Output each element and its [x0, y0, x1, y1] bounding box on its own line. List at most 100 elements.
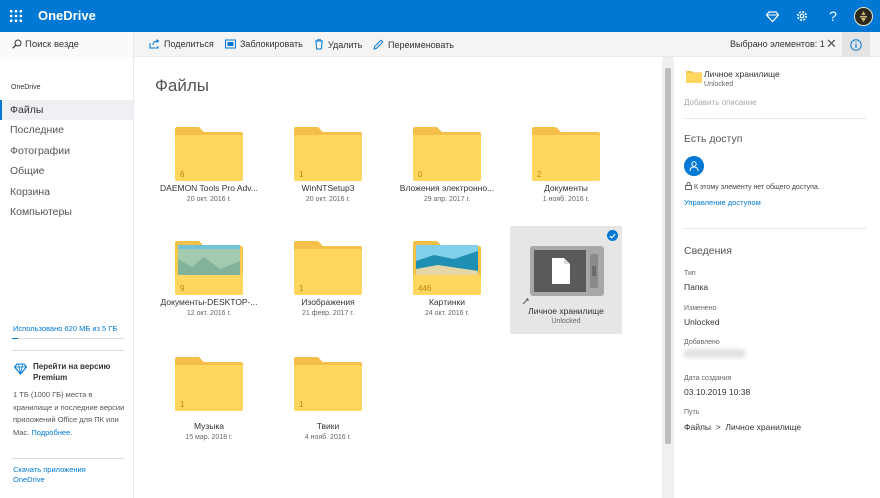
- folder-tile[interactable]: 1 Твики 4 нояб. 2016 г.: [272, 343, 384, 451]
- sidebar-item-pcs[interactable]: Компьютеры: [0, 202, 133, 222]
- folder-date: 20 окт. 2016 г.: [186, 196, 232, 203]
- premium-upgrade-title[interactable]: Перейти на версию Premium: [33, 361, 123, 383]
- sidebar-item-recycle-bin[interactable]: Корзина: [0, 182, 133, 202]
- scrollbar-thumb[interactable]: [665, 68, 671, 444]
- item-count: 0: [418, 170, 423, 179]
- details-pane-button[interactable]: [842, 32, 870, 57]
- sidebar-item-shared[interactable]: Общие: [0, 161, 133, 181]
- access-person-icon[interactable]: [684, 156, 704, 176]
- folder-name[interactable]: DAEMON Tools Pro Adv...: [153, 183, 265, 193]
- manage-access-link[interactable]: Управление доступом: [684, 198, 761, 207]
- vault-name[interactable]: Личное хранилище: [510, 306, 622, 316]
- clear-selection-button[interactable]: ✕: [826, 36, 837, 52]
- folder-tile[interactable]: 2 Документы 1 нояб. 2016 г.: [510, 113, 622, 221]
- storage-bar-fill: [12, 338, 18, 339]
- type-label: Тип: [684, 270, 696, 277]
- added-value-redacted: [684, 349, 746, 358]
- premium-more-link[interactable]: Подробнее.: [31, 428, 72, 437]
- add-description-field[interactable]: Добавить описание: [684, 98, 757, 107]
- folder-icon: [294, 127, 362, 181]
- folder-tile[interactable]: 446 Картинки 24 окт. 2016 г.: [391, 227, 503, 335]
- delete-button[interactable]: Удалить: [314, 39, 362, 50]
- personal-vault-icon: [530, 246, 604, 296]
- folder-tile[interactable]: 6 DAEMON Tools Pro Adv... 20 окт. 2016 г…: [153, 113, 265, 221]
- folder-icon: [686, 71, 702, 83]
- app-launcher-button[interactable]: [0, 0, 32, 32]
- item-count: 2: [537, 170, 542, 179]
- sidebar-divider: [12, 350, 124, 351]
- modified-value: Unlocked: [684, 317, 720, 327]
- folder-icon: [175, 357, 243, 411]
- help-icon: ?: [829, 8, 837, 24]
- sidebar-item-recent[interactable]: Последние: [0, 120, 133, 140]
- item-count: 446: [418, 284, 432, 293]
- folder-icon: [294, 357, 362, 411]
- share-button[interactable]: Поделиться: [149, 39, 214, 49]
- details-item-name: Личное хранилище: [704, 69, 780, 79]
- selected-check-icon[interactable]: [607, 230, 618, 241]
- storage-usage-link[interactable]: Использовано 620 МБ из 5 ГБ: [13, 324, 117, 333]
- item-count: 6: [180, 170, 185, 179]
- folder-icon: [175, 127, 243, 181]
- lock-button[interactable]: Заблокировать: [225, 39, 303, 49]
- lock-icon: [225, 39, 236, 49]
- folder-icon: [532, 127, 600, 181]
- share-icon: [149, 39, 160, 49]
- folder-date: 21 февр. 2017 г.: [301, 310, 355, 317]
- delete-icon: [315, 39, 323, 50]
- rename-button[interactable]: Переименовать: [373, 39, 454, 50]
- rename-icon: [373, 39, 384, 50]
- folder-date: 1 нояб. 2016 г.: [542, 196, 590, 203]
- folder-date: 4 нояб. 2016 г.: [304, 434, 352, 441]
- share-label: Поделиться: [164, 39, 214, 49]
- folder-tile[interactable]: 9 Документы-DESKTOP-... 12 окт. 2016 г.: [153, 227, 265, 335]
- path-value[interactable]: Файлы > Личное хранилище: [684, 422, 801, 432]
- folder-name[interactable]: Музыка: [153, 421, 265, 431]
- search-box[interactable]: Поиск везде: [0, 32, 134, 57]
- folder-name[interactable]: WinNTSetup3: [272, 183, 384, 193]
- no-share-text: К этому элементу нет общего доступа.: [685, 182, 820, 191]
- settings-button[interactable]: [793, 7, 811, 25]
- folder-name[interactable]: Вложения электронно...: [391, 183, 503, 193]
- premium-description: 1 ТБ (1000 ГБ) места в хранилище и после…: [13, 389, 125, 439]
- access-heading: Есть доступ: [684, 133, 743, 145]
- lock-icon: [685, 182, 692, 190]
- folder-tile[interactable]: 1 Музыка 15 мар. 2018 г.: [153, 343, 265, 451]
- diamond-icon: [14, 363, 27, 375]
- delete-label: Удалить: [328, 39, 363, 50]
- search-label: Поиск везде: [25, 39, 79, 50]
- sidebar-item-files[interactable]: Файлы: [0, 100, 133, 120]
- folder-name[interactable]: Документы: [510, 183, 622, 193]
- sidebar-divider: [12, 458, 124, 459]
- top-bar: OneDrive ?: [0, 0, 880, 32]
- folder-tile[interactable]: 1 WinNTSetup3 20 окт. 2016 г.: [272, 113, 384, 221]
- folder-tile[interactable]: 1 Изображения 21 февр. 2017 г.: [272, 227, 384, 335]
- vault-tile-selected[interactable]: Личное хранилище Unlocked: [510, 226, 622, 334]
- folder-name[interactable]: Картинки: [391, 297, 503, 307]
- sidebar-heading: OneDrive: [11, 84, 41, 91]
- panel-divider: [684, 118, 866, 119]
- folder-name[interactable]: Твики: [272, 421, 384, 431]
- avatar-emblem-icon: [855, 8, 872, 25]
- lock-label: Заблокировать: [240, 39, 303, 49]
- folder-date: 20 окт. 2016 г.: [305, 196, 351, 203]
- no-share-label: К этому элементу нет общего доступа.: [693, 184, 820, 191]
- get-apps-link[interactable]: Скачать приложения OneDrive: [13, 465, 103, 485]
- modified-label: Изменено: [684, 305, 717, 312]
- folder-name[interactable]: Изображения: [272, 297, 384, 307]
- folder-name[interactable]: Документы-DESKTOP-...: [153, 297, 265, 307]
- selection-count: Выбрано элементов: 1: [730, 39, 825, 49]
- help-button[interactable]: ?: [824, 7, 842, 25]
- brand-title[interactable]: OneDrive: [38, 8, 96, 23]
- folder-icon: [413, 127, 481, 181]
- sidebar-item-photos[interactable]: Фотографии: [0, 141, 133, 161]
- storage-bar-track: [12, 338, 124, 339]
- folder-tile[interactable]: 0 Вложения электронно... 29 апр. 2017 г.: [391, 113, 503, 221]
- avatar[interactable]: [854, 7, 873, 26]
- type-value: Папка: [684, 282, 709, 292]
- created-value: 03.10.2019 10:38: [684, 387, 751, 397]
- item-count: 1: [180, 400, 185, 409]
- path-label: Путь: [684, 409, 700, 416]
- premium-diamond-button[interactable]: [763, 7, 781, 25]
- page-title: Файлы: [155, 76, 210, 95]
